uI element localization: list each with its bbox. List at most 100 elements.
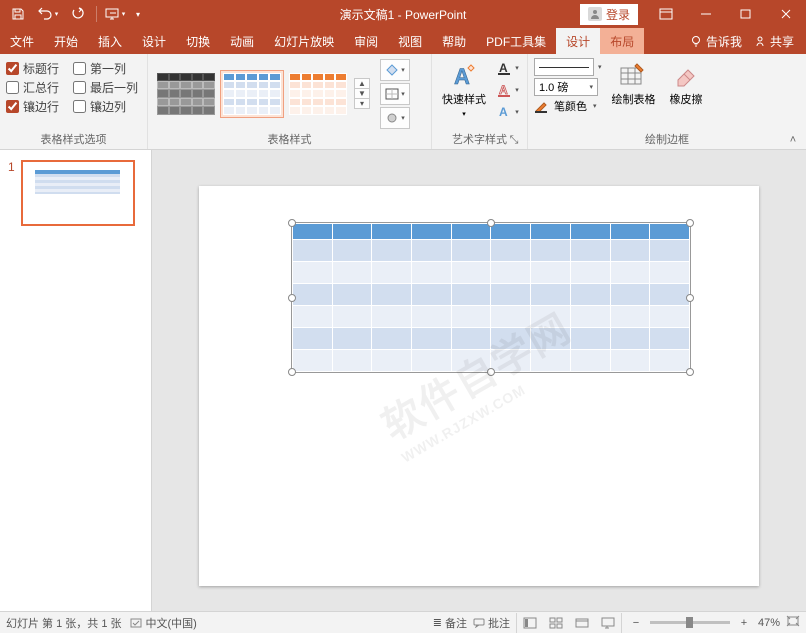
zoom-slider-thumb[interactable] bbox=[686, 617, 693, 628]
gallery-scroll: ▲ ▼ ▾ bbox=[354, 78, 370, 109]
sorter-view-button[interactable] bbox=[543, 613, 569, 633]
pen-style-dropdown[interactable] bbox=[534, 58, 594, 76]
svg-text:A: A bbox=[499, 105, 508, 119]
slide-thumb-preview[interactable] bbox=[21, 160, 135, 226]
slide-canvas-area[interactable]: 软件自学网 WWW.RJZXW.COM bbox=[152, 150, 806, 611]
notes-button[interactable]: ≣备注 bbox=[433, 615, 467, 631]
tab-insert[interactable]: 插入 bbox=[88, 28, 132, 54]
shading-button[interactable]: ▾ bbox=[380, 59, 410, 81]
resize-handle-br[interactable] bbox=[686, 368, 694, 376]
resize-handle-tr[interactable] bbox=[686, 219, 694, 227]
normal-view-button[interactable] bbox=[517, 613, 543, 633]
pen-color-button[interactable]: 笔颜色▾ bbox=[534, 98, 602, 114]
tab-pdf[interactable]: PDF工具集 bbox=[476, 28, 556, 54]
tab-table-design[interactable]: 设计 bbox=[556, 28, 600, 54]
resize-handle-bm[interactable] bbox=[487, 368, 495, 376]
close-button[interactable] bbox=[766, 0, 806, 28]
text-outline-button[interactable]: A▾ bbox=[496, 80, 520, 100]
table-style-1[interactable] bbox=[154, 70, 218, 118]
text-fill-button[interactable]: A▾ bbox=[496, 58, 520, 78]
text-effects-icon: A bbox=[497, 105, 513, 119]
text-effects-button[interactable]: A▾ bbox=[496, 102, 520, 122]
tab-help[interactable]: 帮助 bbox=[432, 28, 476, 54]
checkbox-banded-columns[interactable]: 镶边列 bbox=[73, 98, 126, 115]
person-icon bbox=[588, 7, 602, 21]
checkbox-header-row[interactable]: 标题行 bbox=[6, 60, 59, 77]
tab-design[interactable]: 设计 bbox=[132, 28, 176, 54]
ribbon: 标题行 第一列 汇总行 最后一列 镶边行 镶边列 表格样式选项 bbox=[0, 54, 806, 150]
share-button[interactable]: 共享 bbox=[754, 33, 794, 50]
eraser-button[interactable]: 橡皮擦 bbox=[666, 58, 707, 109]
resize-handle-tl[interactable] bbox=[288, 219, 296, 227]
tab-home[interactable]: 开始 bbox=[44, 28, 88, 54]
group-label-wordart: 艺术字样式⤡ bbox=[438, 129, 521, 149]
gallery-scroll-down[interactable]: ▼ bbox=[355, 89, 369, 99]
tab-file[interactable]: 文件 bbox=[0, 28, 44, 54]
gallery-more[interactable]: ▾ bbox=[355, 99, 369, 108]
resize-handle-ml[interactable] bbox=[288, 294, 296, 302]
quick-styles-button[interactable]: A 快速样式▾ bbox=[438, 58, 490, 122]
borders-button[interactable]: ▾ bbox=[380, 83, 410, 105]
slideshow-view-button[interactable] bbox=[595, 613, 621, 633]
pen-style-arrow[interactable]: ▾ bbox=[598, 63, 602, 71]
ribbon-display-button[interactable] bbox=[646, 0, 686, 28]
checkbox-total-row[interactable]: 汇总行 bbox=[6, 79, 59, 96]
zoom-in-button[interactable]: + bbox=[736, 617, 752, 629]
zoom-value[interactable]: 47% bbox=[758, 617, 780, 629]
customize-qat-button[interactable]: ▾ bbox=[131, 2, 145, 26]
effects-button[interactable]: ▾ bbox=[380, 107, 410, 129]
spellcheck-icon bbox=[130, 617, 142, 629]
reading-view-button[interactable] bbox=[569, 613, 595, 633]
maximize-button[interactable] bbox=[726, 0, 766, 28]
tab-view[interactable]: 视图 bbox=[388, 28, 432, 54]
table-style-2[interactable] bbox=[220, 70, 284, 118]
gallery-scroll-up[interactable]: ▲ bbox=[355, 79, 369, 89]
minimize-button[interactable] bbox=[686, 0, 726, 28]
tabs-right: 告诉我 共享 bbox=[690, 28, 806, 54]
comments-button[interactable]: 批注 bbox=[473, 615, 510, 631]
redo-button[interactable] bbox=[64, 2, 92, 26]
window-title: 演示文稿1 - PowerPoint bbox=[340, 6, 467, 23]
checkbox-banded-rows[interactable]: 镶边行 bbox=[6, 98, 59, 115]
draw-table-icon bbox=[618, 60, 650, 92]
table-style-3[interactable] bbox=[286, 70, 350, 118]
language-info[interactable]: 中文(中国) bbox=[130, 615, 197, 631]
checkbox-first-column[interactable]: 第一列 bbox=[73, 60, 126, 77]
tab-transitions[interactable]: 切换 bbox=[176, 28, 220, 54]
start-from-beginning-button[interactable]: ▾ bbox=[101, 2, 129, 26]
slide-thumbnail-panel[interactable]: 1 bbox=[0, 150, 152, 611]
group-label-draw-borders: 绘制边框˄ bbox=[534, 129, 800, 149]
checkbox-last-column[interactable]: 最后一列 bbox=[73, 79, 138, 96]
slide-thumbnail-1[interactable]: 1 bbox=[8, 160, 143, 226]
pen-width-dropdown[interactable]: 1.0 磅▾ bbox=[534, 78, 598, 96]
wordart-dialog-launcher[interactable]: ⤡ bbox=[507, 133, 521, 147]
login-label: 登录 bbox=[606, 6, 630, 23]
qat-separator bbox=[96, 6, 97, 22]
ribbon-tabs: 文件 开始 插入 设计 切换 动画 幻灯片放映 审阅 视图 帮助 PDF工具集 … bbox=[0, 28, 806, 54]
draw-table-button[interactable]: 绘制表格 bbox=[608, 58, 660, 109]
tab-slideshow[interactable]: 幻灯片放映 bbox=[264, 28, 344, 54]
title-bar: ▾ ▾ ▾ 演示文稿1 - PowerPoint 登录 bbox=[0, 0, 806, 28]
resize-handle-mr[interactable] bbox=[686, 294, 694, 302]
save-button[interactable] bbox=[4, 2, 32, 26]
fit-to-window-button[interactable] bbox=[786, 615, 800, 630]
collapse-ribbon-button[interactable]: ˄ bbox=[786, 133, 800, 147]
zoom-out-button[interactable]: − bbox=[628, 617, 644, 629]
slide-table[interactable] bbox=[292, 223, 690, 372]
borders-icon bbox=[385, 88, 399, 100]
slide-count-info[interactable]: 幻灯片 第 1 张，共 1 张 bbox=[6, 615, 122, 631]
zoom-slider[interactable] bbox=[650, 621, 730, 624]
quick-styles-icon: A bbox=[448, 60, 480, 92]
table-selection[interactable] bbox=[291, 222, 691, 373]
resize-handle-bl[interactable] bbox=[288, 368, 296, 376]
tab-table-layout[interactable]: 布局 bbox=[600, 28, 644, 54]
login-button[interactable]: 登录 bbox=[580, 4, 638, 25]
resize-handle-tm[interactable] bbox=[487, 219, 495, 227]
table-style-gallery: ▲ ▼ ▾ bbox=[154, 70, 370, 118]
slide-canvas[interactable] bbox=[199, 186, 759, 586]
tell-me-button[interactable]: 告诉我 bbox=[690, 33, 742, 50]
tab-animations[interactable]: 动画 bbox=[220, 28, 264, 54]
tab-review[interactable]: 审阅 bbox=[344, 28, 388, 54]
undo-button[interactable]: ▾ bbox=[34, 2, 62, 26]
shading-icon bbox=[385, 64, 399, 76]
